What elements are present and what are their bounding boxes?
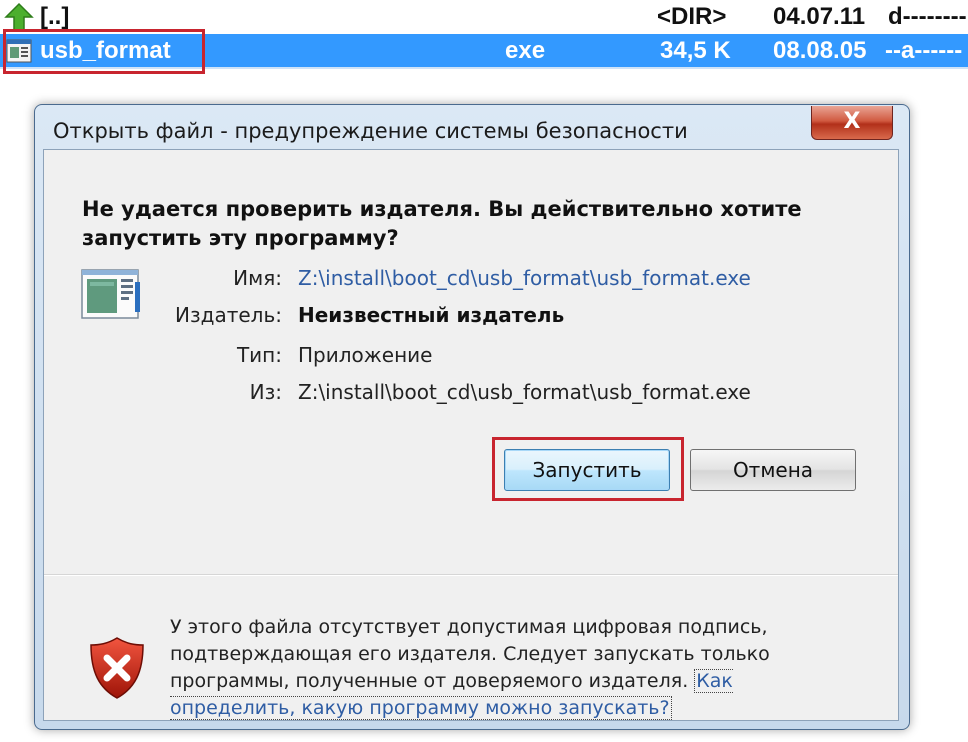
publisher-value: Неизвестный издатель [298, 303, 565, 327]
from-value: Z:\install\boot_cd\usb_format\usb_format… [298, 380, 751, 404]
security-warning-dialog: Открыть файл - предупреждение системы бе… [34, 104, 910, 730]
selection-underline [0, 67, 968, 69]
type-label: Тип: [236, 343, 282, 367]
dialog-title: Открыть файл - предупреждение системы бе… [53, 119, 688, 143]
file-attributes: d-------- [888, 3, 967, 30]
from-label: Из: [249, 380, 282, 404]
file-size: <DIR> [657, 3, 727, 30]
run-button[interactable]: Запустить [504, 449, 670, 491]
file-attributes: --a------ [885, 37, 963, 64]
file-date: 08.08.05 [773, 37, 867, 64]
file-row-parent-dir[interactable]: [..] <DIR> 04.07.11 d-------- [0, 0, 968, 34]
file-name: [..] [40, 3, 70, 30]
dialog-separator [44, 574, 898, 576]
footer-message: У этого файла отсутствует допустимая циф… [170, 614, 790, 722]
dialog-body: Не удается проверить издателя. Вы действ… [43, 149, 899, 721]
file-date: 04.07.11 [773, 3, 866, 30]
executable-file-icon [6, 39, 32, 63]
warning-heading: Не удается проверить издателя. Вы действ… [82, 197, 802, 250]
file-size: 34,5 K [660, 37, 731, 64]
footer-text: У этого файла отсутствует допустимая циф… [170, 616, 770, 692]
security-shield-error-icon [90, 637, 144, 699]
name-label: Имя: [233, 266, 282, 290]
file-extension: exe [505, 37, 546, 64]
cancel-button[interactable]: Отмена [690, 449, 856, 491]
file-path-link[interactable]: Z:\install\boot_cd\usb_format\usb_format… [298, 266, 751, 290]
file-row-usb-format[interactable]: usb_format exe 34,5 K 08.08.05 --a------ [0, 34, 968, 68]
publisher-label: Издатель: [175, 303, 282, 327]
type-value: Приложение [298, 343, 433, 367]
close-icon: X [843, 109, 861, 134]
up-arrow-icon [4, 2, 34, 31]
close-button[interactable]: X [811, 106, 893, 140]
file-name: usb_format [40, 37, 171, 64]
